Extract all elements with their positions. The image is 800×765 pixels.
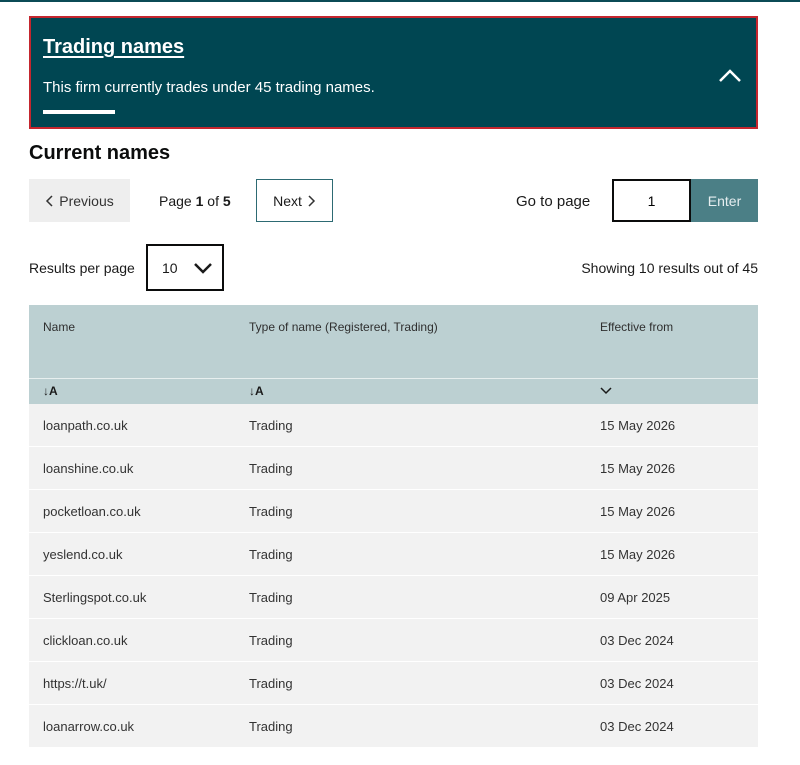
- cell-effective-from: 15 May 2026: [600, 461, 676, 476]
- table-row: https://t.uk/Trading 03 Dec 2024: [29, 662, 758, 705]
- sort-name-button[interactable]: ↓A: [43, 384, 58, 398]
- page-of-label: of: [203, 193, 223, 209]
- table-header: Name Type of name (Registered, Trading) …: [29, 305, 758, 378]
- next-label: Next: [273, 192, 302, 209]
- cell-effective-from: 03 Dec 2024: [600, 633, 674, 648]
- panel-title[interactable]: Trading names: [43, 36, 184, 59]
- total-pages: 5: [222, 193, 231, 209]
- cell-name: loanpath.co.uk: [43, 418, 128, 433]
- results-per-page-select[interactable]: 10: [146, 244, 224, 291]
- collapse-button[interactable]: [716, 62, 744, 90]
- panel-description: This firm currently trades under 45 trad…: [43, 79, 375, 96]
- page-prefix: Page: [159, 193, 196, 209]
- cell-name: pocketloan.co.uk: [43, 504, 141, 519]
- section-title: Current names: [29, 142, 171, 164]
- cell-name: loanarrow.co.uk: [43, 719, 135, 734]
- table-body: loanpath.co.uk Trading 15 May 2026 loanshin…: [29, 404, 758, 748]
- results-per-page-label: Results per page: [29, 260, 135, 276]
- table-row: loanshine.co.uk Trading 15 May 2026: [29, 447, 758, 490]
- trading-names-table: Name Type of name (Registered, Trading) …: [29, 305, 758, 748]
- cell-type: Trading: [249, 418, 293, 433]
- cell-type: Trading: [249, 590, 293, 605]
- goto-page-input[interactable]: [612, 179, 691, 222]
- trading-names-panel: Trading names This firm currently trades…: [29, 16, 758, 129]
- active-indicator-bar: [43, 110, 115, 114]
- table-row: pocketloan.co.uk Trading 15 May 2026: [29, 490, 758, 533]
- table-row: Sterlingspot.co.uk Trading 09 Apr 2025: [29, 576, 758, 619]
- previous-page-button[interactable]: Previous: [29, 179, 130, 222]
- table-row: clickloan.co.uk Trading 03 Dec 2024: [29, 619, 758, 662]
- table-row: loanarrow.co.uk Trading 03 Dec 2024: [29, 705, 758, 748]
- top-accent-line: [0, 0, 800, 2]
- cell-name: Sterlingspot.co.uk: [43, 590, 147, 605]
- cell-type: Trading: [249, 676, 293, 691]
- cell-type: Trading: [249, 504, 293, 519]
- previous-label: Previous: [59, 192, 114, 209]
- enter-button[interactable]: Enter: [691, 179, 758, 222]
- chevron-down-icon: [194, 263, 212, 274]
- results-count: Showing 10 results out of 45: [581, 260, 758, 276]
- cell-effective-from: 09 Apr 2025: [600, 590, 671, 605]
- sort-effective-from-button[interactable]: [600, 384, 612, 399]
- chevron-up-icon: [719, 69, 741, 82]
- cell-name: https://t.uk/: [43, 676, 107, 691]
- cell-effective-from: 15 May 2026: [600, 504, 676, 519]
- cell-effective-from: 15 May 2026: [600, 547, 676, 562]
- chevron-right-icon: [308, 194, 315, 207]
- chevron-left-icon: [46, 194, 53, 207]
- cell-name: loanshine.co.uk: [43, 461, 134, 476]
- table-row: loanpath.co.uk Trading 15 May 2026: [29, 404, 758, 447]
- results-per-page-value: 10: [162, 259, 178, 276]
- table-row: yeslend.co.uk Trading 15 May 2026: [29, 533, 758, 576]
- goto-page-label: Go to page: [516, 193, 591, 210]
- cell-name: clickloan.co.uk: [43, 633, 128, 648]
- sort-controls-row: ↓A ↓A: [29, 378, 758, 404]
- cell-type: Trading: [249, 633, 293, 648]
- sort-type-button[interactable]: ↓A: [249, 384, 264, 398]
- next-page-button[interactable]: Next: [256, 179, 333, 222]
- cell-effective-from: 03 Dec 2024: [600, 719, 674, 734]
- cell-type: Trading: [249, 719, 293, 734]
- cell-type: Trading: [249, 547, 293, 562]
- cell-type: Trading: [249, 461, 293, 476]
- column-header-effective-from: Effective from: [600, 320, 674, 334]
- chevron-down-icon: [600, 387, 612, 395]
- cell-effective-from: 15 May 2026: [600, 418, 676, 433]
- cell-effective-from: 03 Dec 2024: [600, 676, 674, 691]
- column-header-name: Name: [43, 320, 76, 334]
- column-header-type: Type of name (Registered, Trading): [249, 320, 438, 334]
- page-indicator: Page 1 of 5: [159, 193, 231, 209]
- cell-name: yeslend.co.uk: [43, 547, 123, 562]
